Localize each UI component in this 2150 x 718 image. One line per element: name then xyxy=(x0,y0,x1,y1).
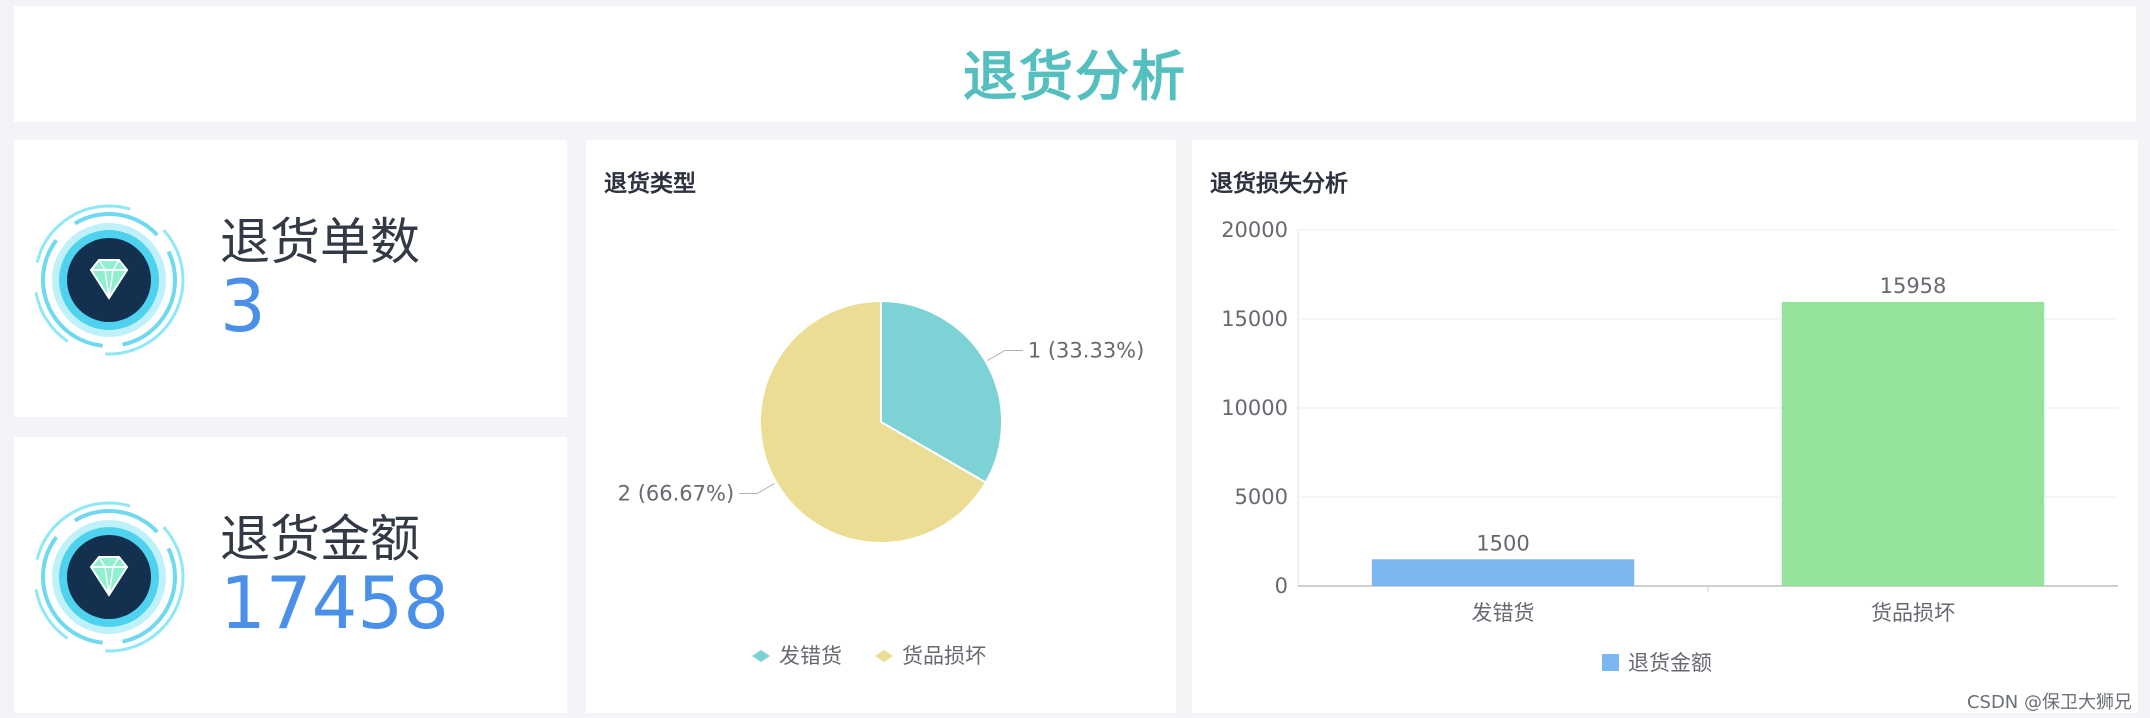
diamond-icon xyxy=(33,501,185,653)
bar[interactable] xyxy=(1781,301,2045,586)
y-tick-label: 10000 xyxy=(1221,396,1288,420)
pie-legend-item[interactable]: 发错货 xyxy=(752,644,842,668)
bar-value-label: 1500 xyxy=(1476,531,1529,555)
y-tick-label: 0 xyxy=(1275,574,1288,598)
legend-marker-icon xyxy=(752,650,770,662)
bar[interactable] xyxy=(1371,559,1635,586)
legend-marker-icon xyxy=(875,650,893,662)
y-tick-label: 15000 xyxy=(1221,307,1288,331)
bar-legend-label: 退货金额 xyxy=(1628,651,1712,675)
pie-legend-label: 发错货 xyxy=(779,644,842,668)
return-loss-chart-panel: 退货损失分析 0 5000 10000 15000 20000 发错货 货品损坏 1500 1… xyxy=(1192,140,2138,713)
kpi-card-return-amount: 退货金额 17458 xyxy=(14,437,567,713)
pie-legend-item[interactable]: 货品损坏 xyxy=(875,644,986,668)
bar-value-label: 15958 xyxy=(1880,274,1947,298)
legend-swatch-icon xyxy=(1602,654,1619,671)
bar-chart: 0 5000 10000 15000 20000 发错货 货品损坏 1500 15958 退货… xyxy=(1221,218,2118,675)
bar-legend-item[interactable]: 退货金额 xyxy=(1602,651,1712,675)
pie-legend-label: 货品损坏 xyxy=(902,644,986,668)
y-tick-label: 5000 xyxy=(1235,485,1288,509)
return-type-chart-panel: 退货类型 1 (33.33%) 2 (66.67%) 发错货 货品损坏 xyxy=(586,140,1176,713)
pie-data-label: 2 (66.67%) xyxy=(618,482,735,506)
kpi-card-return-count: 退货单数 3 xyxy=(14,140,567,417)
pie-chart: 1 (33.33%) 2 (66.67%) 发错货 货品损坏 xyxy=(618,299,1145,668)
watermark-text: CSDN @保卫大狮兄 xyxy=(1966,692,2132,713)
y-tick-label: 20000 xyxy=(1221,218,1288,242)
x-tick-label: 货品损坏 xyxy=(1871,601,1955,625)
pie-data-label: 1 (33.33%) xyxy=(1028,339,1145,363)
kpi-value-return-amount: 17458 xyxy=(220,561,450,645)
kpi-value-return-count: 3 xyxy=(220,264,266,348)
x-tick-label: 发错货 xyxy=(1472,601,1535,625)
page-title: 退货分析 xyxy=(963,45,1187,108)
diamond-icon xyxy=(33,204,185,356)
header-bar: 退货分析 xyxy=(14,6,2136,122)
